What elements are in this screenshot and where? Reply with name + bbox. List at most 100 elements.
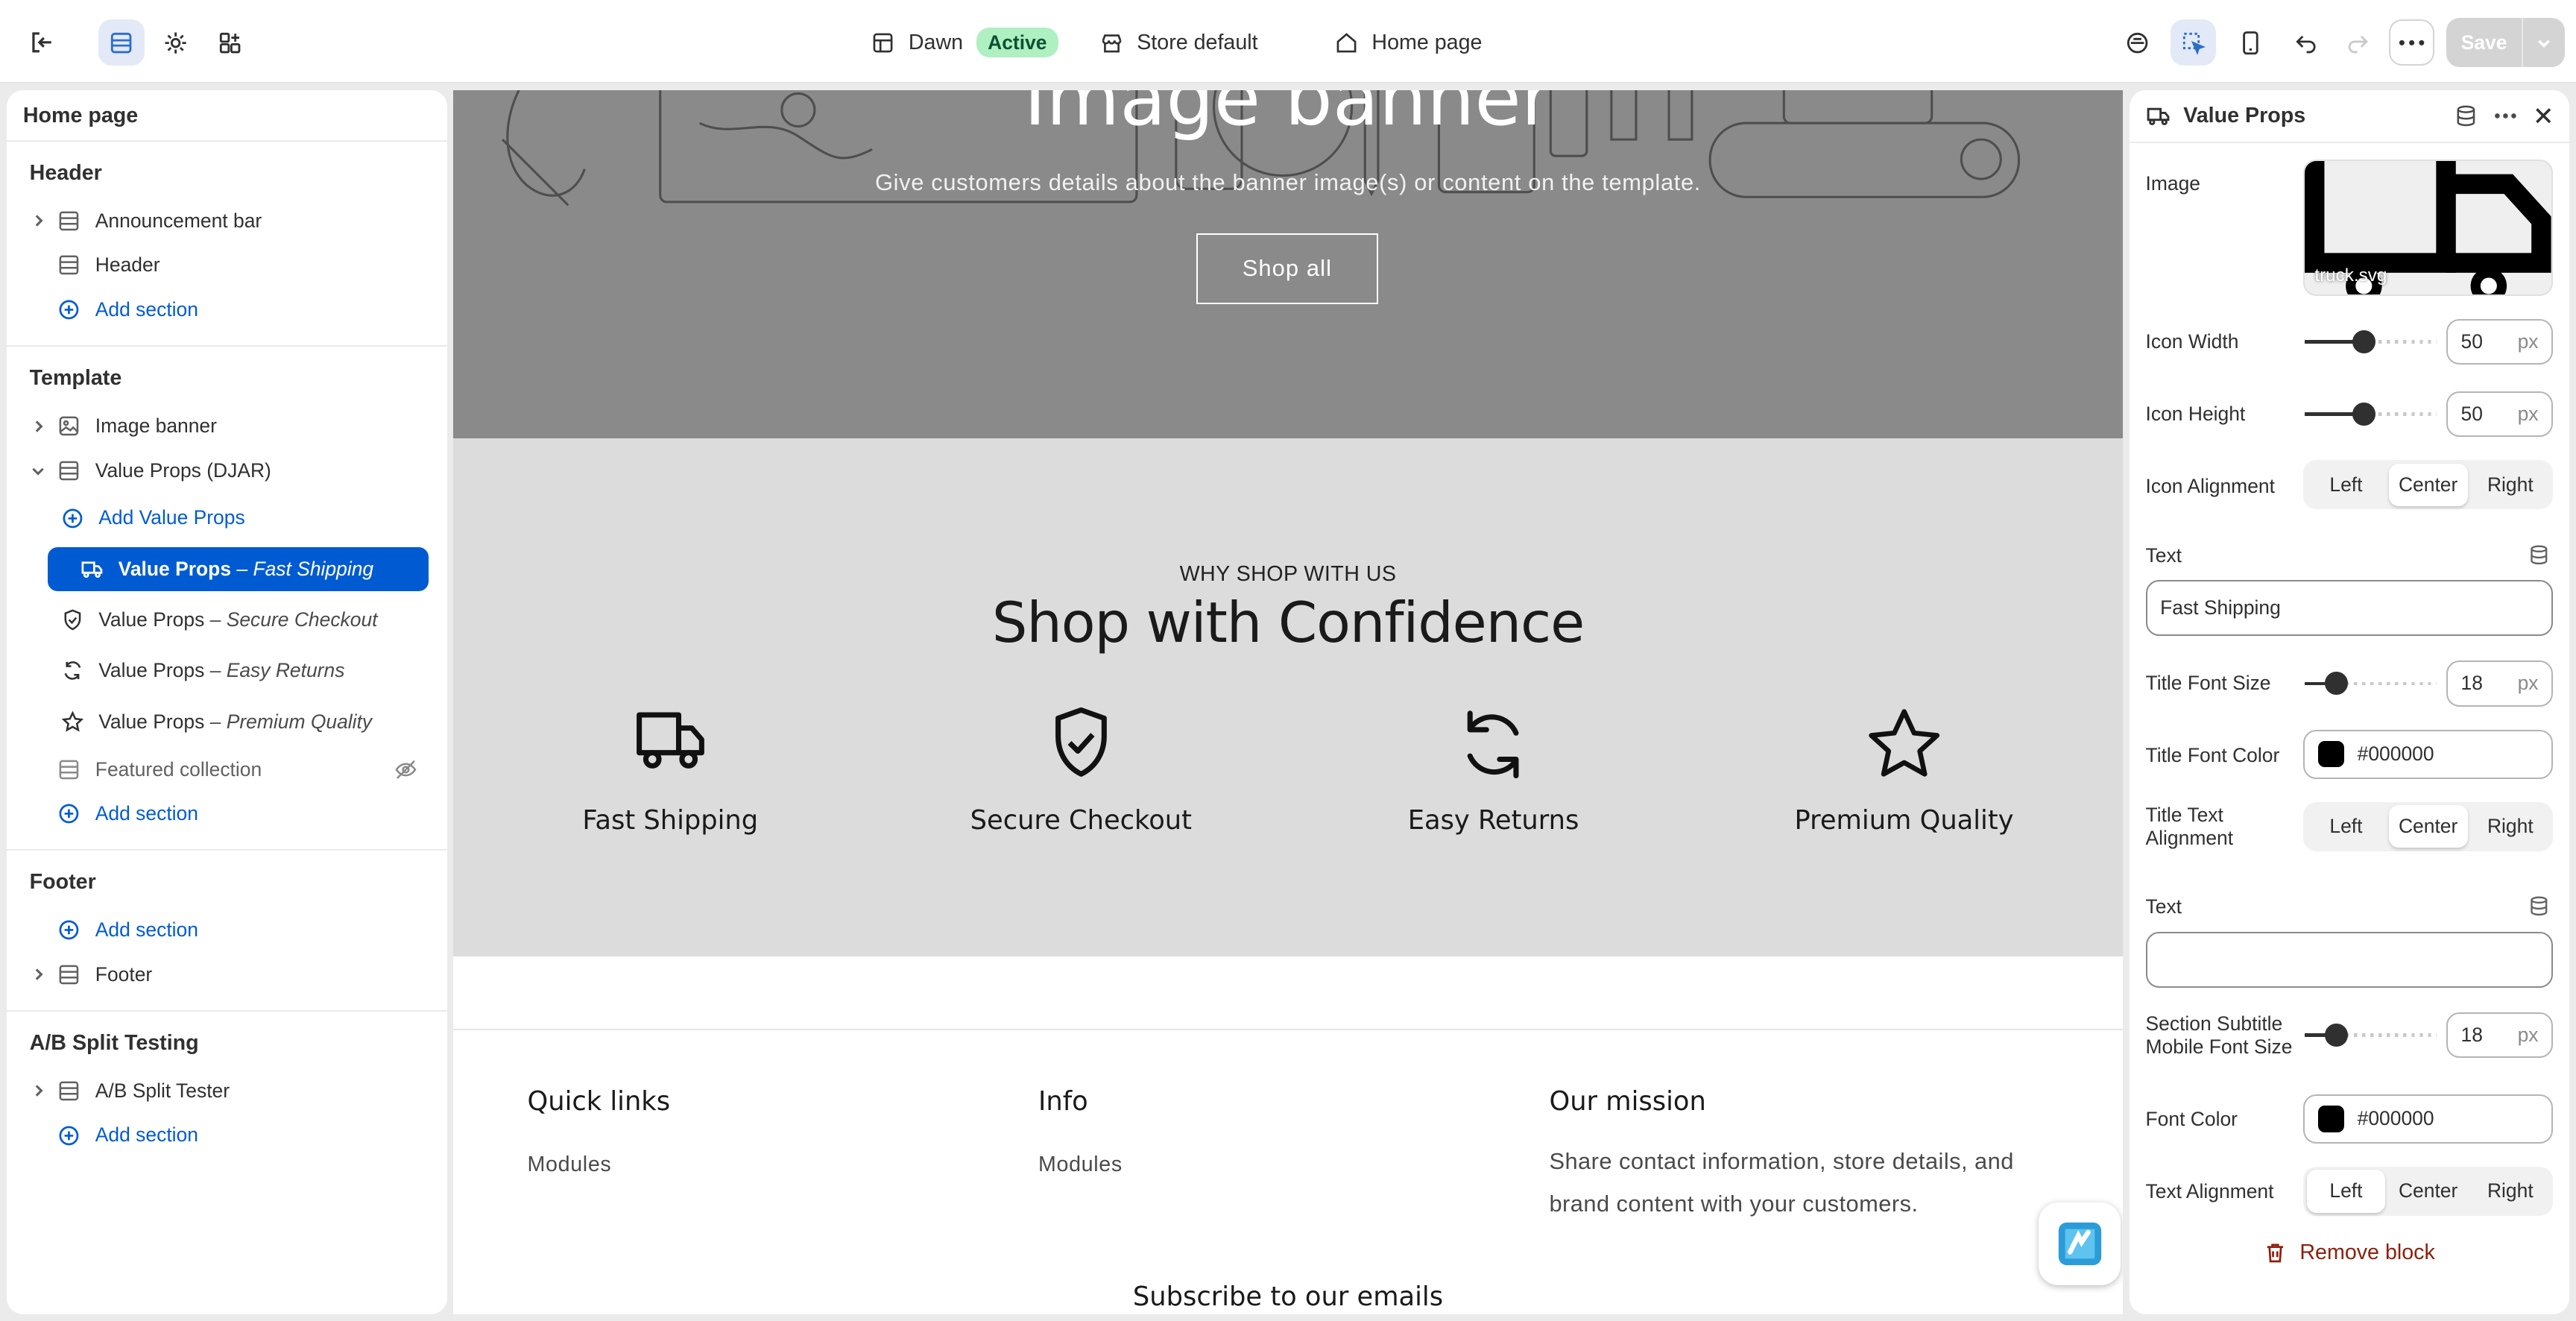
icon-height-input[interactable]: 50 px bbox=[2446, 391, 2554, 438]
sections-panel: Home page Header Announcement bar Header… bbox=[6, 90, 447, 1315]
chevron-right-icon[interactable] bbox=[30, 966, 53, 983]
banner-subtitle: Give customers details about the banner … bbox=[874, 169, 1702, 195]
align-center-option[interactable]: Center bbox=[2388, 463, 2468, 506]
redo-icon[interactable] bbox=[2334, 19, 2381, 66]
more-icon[interactable] bbox=[2388, 19, 2435, 66]
vp-item-fast-shipping[interactable]: Fast Shipping bbox=[506, 707, 835, 836]
banner-title: Image banner bbox=[1023, 90, 1553, 142]
title-font-size-slider[interactable] bbox=[2305, 672, 2437, 696]
section-header[interactable]: Header bbox=[7, 243, 447, 288]
icon-width-input[interactable]: 50 px bbox=[2446, 318, 2554, 365]
align-right-option[interactable]: Right bbox=[2471, 1170, 2550, 1212]
eye-off-icon[interactable] bbox=[394, 758, 417, 781]
slider-handle[interactable] bbox=[2325, 672, 2349, 696]
save-button[interactable]: Save bbox=[2446, 18, 2565, 68]
chevron-right-icon[interactable] bbox=[30, 1082, 53, 1099]
font-color-picker[interactable]: #000000 bbox=[2303, 1094, 2554, 1144]
section-value-props[interactable]: Value Props (DJAR) bbox=[7, 448, 447, 493]
store-icon bbox=[1099, 31, 1124, 55]
group-title-ab: A/B Split Testing bbox=[29, 1031, 199, 1056]
star-icon bbox=[61, 710, 91, 734]
align-right-option[interactable]: Right bbox=[2471, 805, 2550, 848]
footer-divider bbox=[453, 1028, 2123, 1030]
align-center-option[interactable]: Center bbox=[2388, 805, 2468, 848]
shop-all-button[interactable]: Shop all bbox=[1196, 233, 1379, 304]
title-font-size-input[interactable]: 18 px bbox=[2446, 660, 2554, 707]
database-icon[interactable] bbox=[2528, 895, 2550, 917]
add-section-ab[interactable]: Add section bbox=[7, 1113, 447, 1158]
settings-icon[interactable] bbox=[153, 19, 199, 66]
slider-handle[interactable] bbox=[2325, 1024, 2349, 1047]
block-premium-quality[interactable]: Value Props – Premium Quality bbox=[7, 696, 447, 747]
color-swatch[interactable] bbox=[2317, 1106, 2344, 1132]
subtitle-mobile-font-size-input[interactable]: 18 px bbox=[2446, 1012, 2554, 1059]
block-secure-checkout[interactable]: Value Props – Secure Checkout bbox=[7, 594, 447, 645]
database-icon[interactable] bbox=[2528, 544, 2550, 566]
chat-widget-icon[interactable] bbox=[2039, 1202, 2121, 1285]
exit-icon[interactable] bbox=[19, 19, 66, 66]
page-selector[interactable]: Home page bbox=[1334, 19, 1482, 66]
value-props-section[interactable]: WHY SHOP WITH US Shop with Confidence Fa… bbox=[453, 438, 2123, 956]
chevron-down-icon[interactable] bbox=[2523, 34, 2564, 51]
theme-selector[interactable]: Dawn Active bbox=[871, 19, 1058, 66]
color-swatch[interactable] bbox=[2317, 741, 2344, 768]
section-featured-collection[interactable]: Featured collection bbox=[7, 747, 447, 792]
mobile-icon[interactable] bbox=[2228, 19, 2274, 66]
text-alignment-control: Left Center Right bbox=[2303, 1166, 2554, 1216]
section-footer[interactable]: Footer bbox=[7, 953, 447, 997]
footer-link[interactable]: Modules bbox=[528, 1153, 671, 1177]
section-label: Footer bbox=[95, 962, 153, 986]
vp-heading: Shop with Confidence bbox=[991, 590, 1585, 656]
title-font-color-picker[interactable]: #000000 bbox=[2303, 729, 2554, 779]
vp-item-easy-returns[interactable]: Easy Returns bbox=[1329, 707, 1658, 836]
block-easy-returns[interactable]: Value Props – Easy Returns bbox=[7, 646, 447, 696]
icon-height-slider[interactable] bbox=[2305, 402, 2437, 426]
slider-handle[interactable] bbox=[2352, 330, 2376, 353]
add-section-template[interactable]: Add section bbox=[7, 792, 447, 836]
remove-block-label: Remove block bbox=[2299, 1240, 2435, 1265]
block-fast-shipping[interactable]: Value Props – Fast Shipping bbox=[47, 546, 429, 591]
image-banner[interactable]: Image banner Give customers details abou… bbox=[453, 90, 2123, 439]
image-label: Image bbox=[2145, 172, 2201, 195]
icon-width-value: 50 bbox=[2460, 330, 2483, 353]
image-picker[interactable]: truck.svg bbox=[2303, 159, 2554, 296]
database-icon[interactable] bbox=[2455, 104, 2478, 127]
slider-handle[interactable] bbox=[2352, 402, 2376, 426]
icon-alignment-control: Left Center Right bbox=[2303, 460, 2554, 510]
vp-item-secure-checkout[interactable]: Secure Checkout bbox=[917, 707, 1246, 836]
align-left-option[interactable]: Left bbox=[2306, 1170, 2386, 1213]
more-icon[interactable] bbox=[2494, 113, 2517, 119]
apps-icon[interactable] bbox=[207, 19, 253, 66]
subtitle-mobile-font-size-slider[interactable] bbox=[2305, 1024, 2437, 1047]
align-right-option[interactable]: Right bbox=[2471, 464, 2550, 506]
icon-width-slider[interactable] bbox=[2305, 330, 2437, 353]
vp-item-premium-quality[interactable]: Premium Quality bbox=[1740, 707, 2068, 836]
close-icon[interactable] bbox=[2534, 106, 2553, 125]
section-announcement-bar[interactable]: Announcement bar bbox=[7, 199, 447, 244]
align-left-option[interactable]: Left bbox=[2307, 464, 2386, 506]
footer-link[interactable]: Modules bbox=[1038, 1153, 1123, 1177]
sections-icon[interactable] bbox=[98, 19, 145, 66]
chevron-right-icon[interactable] bbox=[30, 418, 53, 435]
shield-check-icon bbox=[917, 707, 1246, 789]
text-field-2[interactable] bbox=[2145, 931, 2554, 988]
vp-label: Premium Quality bbox=[1794, 804, 2014, 836]
theme-settings-icon[interactable] bbox=[2115, 19, 2161, 66]
add-value-props[interactable]: Add Value Props bbox=[7, 493, 447, 543]
icon-alignment-label: Icon Alignment bbox=[2145, 474, 2275, 497]
section-image-banner[interactable]: Image banner bbox=[7, 404, 447, 449]
chevron-right-icon[interactable] bbox=[30, 212, 53, 229]
vp-label: Secure Checkout bbox=[970, 804, 1192, 836]
section-ab-split-tester[interactable]: A/B Split Tester bbox=[7, 1069, 447, 1114]
block-sublabel: – Easy Returns bbox=[209, 659, 345, 682]
text-field[interactable]: Fast Shipping bbox=[2145, 580, 2554, 636]
store-selector[interactable]: Store default bbox=[1099, 19, 1258, 66]
remove-block-button[interactable]: Remove block bbox=[2130, 1240, 2570, 1265]
align-center-option[interactable]: Center bbox=[2389, 1170, 2468, 1212]
add-section-header[interactable]: Add section bbox=[7, 288, 447, 332]
add-section-footer[interactable]: Add section bbox=[7, 908, 447, 953]
undo-icon[interactable] bbox=[2284, 19, 2330, 66]
align-left-option[interactable]: Left bbox=[2307, 805, 2386, 848]
chevron-down-icon[interactable] bbox=[30, 462, 53, 479]
inspector-icon[interactable] bbox=[2170, 19, 2217, 66]
